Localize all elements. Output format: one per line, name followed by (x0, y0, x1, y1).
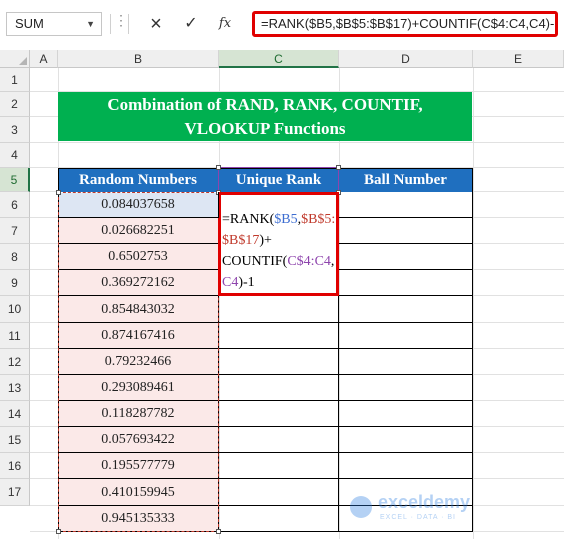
resize-handle[interactable] (56, 529, 61, 534)
ball-number-cell[interactable] (339, 401, 473, 427)
close-icon: × (150, 13, 162, 35)
row-header-11[interactable]: 11 (0, 323, 30, 349)
formula-part: , (330, 254, 335, 269)
cancel-button[interactable]: × (144, 12, 168, 36)
formula-input[interactable]: =RANK($B5,$B$5:$B$17)+COUNTIF(C$4:C4,C4)… (252, 11, 558, 37)
watermark-brand: exceldemy (378, 492, 471, 512)
random-number-cell[interactable]: 0.195577779 (58, 453, 219, 479)
check-icon: ✓ (184, 15, 198, 32)
formula-part: =RANK( (222, 212, 275, 227)
ball-number-cell[interactable] (339, 323, 473, 349)
divider (128, 14, 129, 34)
more-options-icon[interactable]: ⋮ (114, 12, 128, 29)
formula-ref-c4-range: C$4:C4 (287, 254, 331, 269)
unique-rank-cell[interactable] (219, 323, 339, 349)
select-all-icon (19, 57, 27, 65)
fx-icon: fx (218, 16, 232, 31)
column-header-a[interactable]: A (30, 50, 58, 68)
column-header-b[interactable]: B (58, 50, 219, 68)
row-header-4[interactable]: 4 (0, 143, 30, 168)
row-header-6[interactable]: 6 (0, 192, 30, 218)
watermark-tagline: EXCEL · DATA · BI (380, 514, 456, 521)
row-header-15[interactable]: 15 (0, 427, 30, 453)
name-box-value: SUM (15, 16, 44, 31)
random-number-cell[interactable]: 0.874167416 (58, 323, 219, 349)
row-header-8[interactable]: 8 (0, 244, 30, 270)
enter-button[interactable]: ✓ (179, 12, 203, 36)
ball-number-cell[interactable] (339, 296, 473, 323)
formula-part: )-1 (238, 275, 255, 290)
formula-ref-c4: C4 (222, 275, 239, 290)
title-line-2: VLOOKUP Functions (184, 119, 346, 138)
divider (110, 14, 111, 34)
header-random-numbers[interactable]: Random Numbers (58, 168, 219, 192)
resize-handle[interactable] (216, 529, 221, 534)
unique-rank-cell[interactable] (219, 453, 339, 479)
ball-number-cell[interactable] (339, 218, 473, 244)
unique-rank-cell[interactable] (219, 479, 339, 506)
exceldemy-logo-icon (350, 496, 372, 518)
ball-number-cell[interactable] (339, 349, 473, 375)
column-header-c[interactable]: C (219, 50, 339, 68)
row-header-12[interactable]: 12 (0, 349, 30, 375)
formula-ref-range-start: $B$5: (301, 212, 336, 227)
resize-handle[interactable] (216, 165, 221, 170)
insert-function-button[interactable]: fx (213, 12, 237, 36)
unique-rank-cell[interactable] (219, 349, 339, 375)
row-header-2[interactable]: 2 (0, 92, 30, 117)
sheet-title: Combination of RAND, RANK, COUNTIF, VLOO… (58, 92, 472, 141)
random-number-cell[interactable]: 0.854843032 (58, 296, 219, 323)
random-number-cell[interactable]: 0.369272162 (58, 270, 219, 296)
cell-c5-editing[interactable]: =RANK($B5,$B$5: $B$17)+ COUNTIF(C$4:C4, C4)… (218, 192, 339, 296)
column-header-d[interactable]: D (339, 50, 473, 68)
name-box[interactable]: SUM ▼ (6, 12, 102, 36)
unique-rank-cell[interactable] (219, 375, 339, 401)
unique-rank-cell[interactable] (219, 401, 339, 427)
unique-rank-cell[interactable] (219, 296, 339, 323)
formula-text: =RANK($B5,$B$5:$B$17)+COUNTIF(C$4:C4,C4)… (261, 16, 558, 31)
column-header-e[interactable]: E (473, 50, 564, 68)
random-number-cell[interactable]: 0.026682251 (58, 218, 219, 244)
formula-bar: SUM ▼ ⋮ × ✓ fx =RANK($B5,$B$5:$B$17)+COU… (0, 0, 564, 50)
random-number-cell[interactable]: 0.6502753 (58, 244, 219, 270)
chevron-down-icon[interactable]: ▼ (86, 13, 95, 35)
random-number-cell[interactable]: 0.410159945 (58, 479, 219, 506)
row-header-9[interactable]: 9 (0, 270, 30, 296)
formula-part: )+ (259, 233, 272, 248)
row-header-10[interactable]: 10 (0, 296, 30, 323)
formula-ref-range-end: $B$17 (222, 233, 260, 248)
formula-ref-b5: $B5 (274, 212, 298, 227)
select-all-corner[interactable] (0, 50, 30, 68)
row-header-17[interactable]: 17 (0, 479, 30, 506)
unique-rank-cell[interactable] (219, 506, 339, 532)
ball-number-cell[interactable] (339, 375, 473, 401)
row-header-5[interactable]: 5 (0, 168, 30, 192)
random-number-cell[interactable]: 0.293089461 (58, 375, 219, 401)
ball-number-cell[interactable] (339, 453, 473, 479)
random-number-cell[interactable]: 0.084037658 (58, 192, 219, 218)
header-unique-rank[interactable]: Unique Rank (219, 168, 339, 192)
title-line-1: Combination of RAND, RANK, COUNTIF, (107, 95, 423, 114)
row-header-16[interactable]: 16 (0, 453, 30, 479)
unique-rank-cell[interactable] (219, 427, 339, 453)
random-number-cell[interactable]: 0.057693422 (58, 427, 219, 453)
row-header-13[interactable]: 13 (0, 375, 30, 401)
ball-number-cell[interactable] (339, 244, 473, 270)
row-header-14[interactable]: 14 (0, 401, 30, 427)
random-number-cell[interactable]: 0.118287782 (58, 401, 219, 427)
formula-part: COUNTIF( (222, 254, 288, 269)
ball-number-cell[interactable] (339, 270, 473, 296)
row-header-1[interactable]: 1 (0, 68, 30, 92)
random-number-cell[interactable]: 0.945135333 (58, 506, 219, 532)
row-header-3[interactable]: 3 (0, 117, 30, 143)
row-header-7[interactable]: 7 (0, 218, 30, 244)
ball-number-cell[interactable] (339, 192, 473, 218)
random-number-cell[interactable]: 0.79232466 (58, 349, 219, 375)
resize-handle[interactable] (336, 165, 341, 170)
ball-number-cell[interactable] (339, 427, 473, 453)
watermark-logo: exceldemy EXCEL · DATA · BI (350, 492, 540, 526)
header-ball-number[interactable]: Ball Number (339, 168, 473, 192)
